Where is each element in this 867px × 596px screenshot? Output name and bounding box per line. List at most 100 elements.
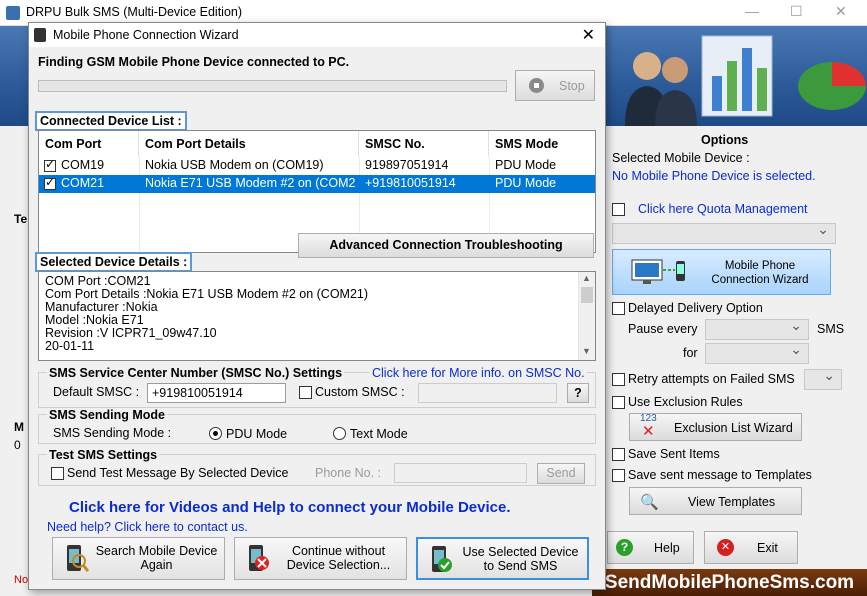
custom-smsc-checkbox[interactable] <box>299 386 312 399</box>
exit-label: Exit <box>757 541 778 555</box>
dialog-close-icon[interactable]: ✕ <box>582 25 595 45</box>
stop-button[interactable]: Stop <box>515 70 595 101</box>
finding-device-text: Finding GSM Mobile Phone Device connecte… <box>38 55 350 69</box>
left-fragment-zero: 0 <box>14 438 21 452</box>
row-details: Nokia E71 USB Modem #2 on (COM21) <box>145 176 355 190</box>
row-checkbox[interactable] <box>44 157 56 172</box>
use-selected-label: Use Selected Device to Send SMS <box>462 545 579 573</box>
exit-button[interactable]: ✕ Exit <box>704 531 798 564</box>
custom-smsc-input[interactable] <box>418 383 557 403</box>
details-scrollbar[interactable]: ▲ ▼ <box>578 272 595 360</box>
default-smsc-label: Default SMSC : <box>53 385 140 399</box>
search-device-icon <box>67 545 89 572</box>
table-row[interactable]: COM19 Nokia USB Modem on (COM19) 9198970… <box>39 157 595 175</box>
continue-without-button[interactable]: Continue without Device Selection... <box>234 537 407 580</box>
text-mode-label: Text Mode <box>350 427 408 441</box>
maximize-icon[interactable]: ☐ <box>790 3 803 20</box>
row-checkbox[interactable] <box>44 175 56 190</box>
scroll-down-icon[interactable]: ▼ <box>582 346 591 356</box>
dialog-title-bar: Mobile Phone Connection Wizard ✕ <box>29 23 605 47</box>
no-device-text: No Mobile Phone Device is selected. <box>612 169 816 183</box>
send-test-label: Send Test Message By Selected Device <box>67 466 289 480</box>
for-label: for <box>683 346 698 360</box>
device-details-box[interactable]: COM Port :COM21 Com Port Details :Nokia … <box>38 271 596 361</box>
help-icon: ? <box>616 539 633 556</box>
use-selected-device-button[interactable]: Use Selected Device to Send SMS <box>416 537 589 580</box>
help-button[interactable]: ? Help <box>607 531 694 564</box>
exclusion-wizard-button[interactable]: 123 ✕ Exclusion List Wizard <box>629 413 802 441</box>
need-help-link[interactable]: Need help? Click here to contact us. <box>47 520 248 534</box>
quota-management-link[interactable]: Click here Quota Management <box>638 202 808 216</box>
delayed-delivery-label: Delayed Delivery Option <box>628 301 763 315</box>
for-duration-select[interactable] <box>705 341 809 364</box>
advanced-troubleshooting-button[interactable]: Advanced Connection Troubleshooting <box>298 233 594 258</box>
connection-wizard-button[interactable]: Mobile Phone Connection Wizard <box>612 249 831 295</box>
row-mode: PDU Mode <box>495 158 557 172</box>
smsc-info-link[interactable]: Click here for More info. on SMSC No. <box>370 366 587 380</box>
custom-smsc-label: Custom SMSC : <box>315 385 405 399</box>
red-x-icon: ✕ <box>642 423 655 440</box>
scroll-thumb[interactable] <box>581 287 593 303</box>
search-again-label: Search Mobile Device Again <box>95 544 218 572</box>
exclusion-checkbox[interactable] <box>612 396 625 409</box>
detail-line: COM Port :COM21 <box>45 274 151 288</box>
delayed-delivery-checkbox[interactable] <box>612 302 625 315</box>
detail-line: Com Port Details :Nokia E71 USB Modem #2… <box>45 287 369 301</box>
connected-device-list-label: Connected Device List : <box>35 111 187 131</box>
row-port: COM21 <box>61 176 105 190</box>
col-com-port-details[interactable]: Com Port Details <box>139 131 359 157</box>
business-chart-graphic <box>625 35 866 126</box>
save-templates-label: Save sent message to Templates <box>628 468 812 482</box>
options-panel: Options Selected Mobile Device : No Mobi… <box>606 126 867 571</box>
stop-label: Stop <box>559 79 585 93</box>
connection-wizard-label: Mobile Phone Connection Wizard <box>711 260 809 286</box>
save-templates-checkbox[interactable] <box>612 469 625 482</box>
send-test-button[interactable]: Send <box>537 463 585 484</box>
quota-checkbox[interactable] <box>612 203 625 216</box>
left-fragment-no: No <box>14 574 29 586</box>
sms-unit-label: SMS <box>817 322 845 336</box>
retry-count-select[interactable] <box>804 367 842 390</box>
phone-no-input[interactable] <box>394 463 527 483</box>
test-sms-title: Test SMS Settings <box>47 448 160 462</box>
pause-every-label: Pause every <box>628 322 698 336</box>
col-sms-mode[interactable]: SMS Mode <box>489 131 595 157</box>
app-icon <box>6 6 20 20</box>
help-label: Help <box>654 541 680 555</box>
detail-line: Manufacturer :Nokia <box>45 300 158 314</box>
phone-cancel-icon <box>249 545 269 571</box>
close-icon[interactable]: ✕ <box>835 3 847 20</box>
search-progress-bar <box>38 80 507 92</box>
minimize-icon[interactable]: — <box>745 3 759 19</box>
view-templates-button[interactable]: 🔍 View Templates <box>629 487 802 515</box>
table-row[interactable]: COM21 Nokia E71 USB Modem #2 on (COM21) … <box>39 175 595 193</box>
continue-without-label: Continue without Device Selection... <box>286 544 391 572</box>
default-smsc-input[interactable]: +919810051914 <box>147 383 286 403</box>
detail-line: Model :Nokia E71 <box>45 313 144 327</box>
pause-every-select[interactable] <box>705 317 809 340</box>
smsc-help-button[interactable]: ? <box>567 383 589 403</box>
selected-device-details-label: Selected Device Details : <box>35 252 193 272</box>
send-test-checkbox[interactable] <box>51 467 64 480</box>
pdu-mode-label: PDU Mode <box>226 427 288 441</box>
smsc-settings-title: SMS Service Center Number (SMSC No.) Set… <box>47 366 345 380</box>
phone-no-label: Phone No. : <box>315 466 382 480</box>
col-smsc-no[interactable]: SMSC No. <box>359 131 489 157</box>
device-select[interactable] <box>612 221 836 244</box>
save-sent-items-checkbox[interactable] <box>612 448 625 461</box>
connection-wizard-dialog: Mobile Phone Connection Wizard ✕ Finding… <box>28 22 606 590</box>
row-mode: PDU Mode <box>495 176 557 190</box>
pdu-mode-radio[interactable] <box>209 427 222 440</box>
videos-help-link[interactable]: Click here for Videos and Help to connec… <box>69 499 511 516</box>
exclusion-rules-label: Use Exclusion Rules <box>628 395 743 409</box>
selected-device-label: Selected Mobile Device : <box>612 151 750 165</box>
row-smsc: 919897051914 <box>365 158 449 172</box>
left-fragment-m: M <box>14 420 24 434</box>
search-again-button[interactable]: Search Mobile Device Again <box>52 537 225 580</box>
col-com-port[interactable]: Com Port <box>39 131 139 157</box>
scroll-up-icon[interactable]: ▲ <box>582 273 591 283</box>
sending-mode-label: SMS Sending Mode : <box>53 426 172 440</box>
row-details: Nokia USB Modem on (COM19) <box>145 158 324 172</box>
retry-checkbox[interactable] <box>612 373 625 386</box>
text-mode-radio[interactable] <box>333 427 346 440</box>
